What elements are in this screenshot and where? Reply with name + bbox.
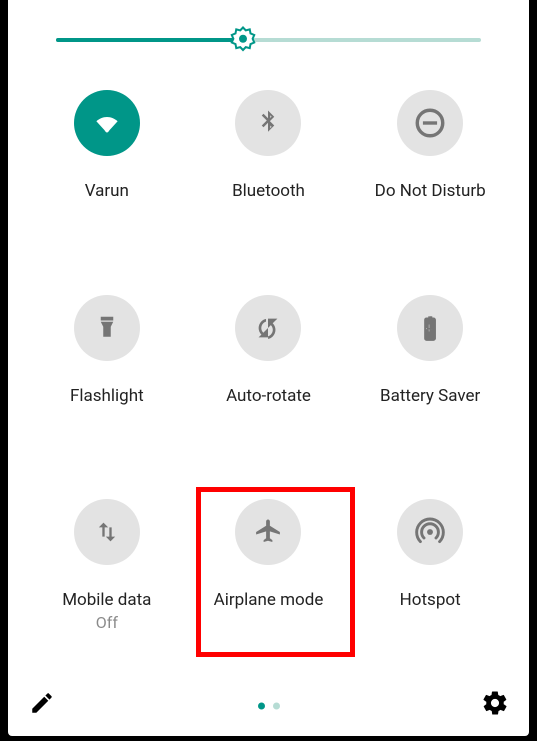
tile-label: Bluetooth bbox=[232, 180, 305, 202]
tile-label: Flashlight bbox=[70, 385, 144, 407]
dnd-icon bbox=[397, 90, 463, 156]
tile-label: Airplane mode bbox=[214, 589, 324, 611]
tile-mobile-data[interactable]: Mobile data Off bbox=[26, 481, 188, 676]
flashlight-icon bbox=[74, 295, 140, 361]
page-dot-0 bbox=[258, 703, 265, 710]
tile-label: Mobile data bbox=[62, 589, 151, 611]
hotspot-icon bbox=[397, 499, 463, 565]
settings-button[interactable] bbox=[479, 687, 511, 719]
tile-airplane-mode[interactable]: Airplane mode bbox=[188, 481, 350, 676]
tile-flashlight[interactable]: Flashlight bbox=[26, 277, 188, 472]
brightness-slider[interactable] bbox=[56, 38, 481, 42]
tile-sublabel: Off bbox=[96, 613, 118, 632]
brightness-slider-row bbox=[8, 0, 529, 62]
tile-label: Battery Saver bbox=[380, 385, 480, 407]
battery-icon bbox=[397, 295, 463, 361]
tile-dnd[interactable]: Do Not Disturb bbox=[349, 72, 511, 267]
tile-label: Varun bbox=[85, 180, 129, 202]
tile-bluetooth[interactable]: Bluetooth bbox=[188, 72, 350, 267]
quick-settings-panel: Varun Bluetooth Do Not Disturb Flashligh… bbox=[8, 0, 529, 736]
tile-label: Hotspot bbox=[400, 589, 461, 611]
brightness-thumb-icon[interactable] bbox=[228, 25, 258, 55]
tile-autorotate[interactable]: Auto-rotate bbox=[188, 277, 350, 472]
brightness-fill bbox=[56, 38, 243, 42]
bluetooth-icon bbox=[235, 90, 301, 156]
tile-wifi[interactable]: Varun bbox=[26, 72, 188, 267]
tile-battery-saver[interactable]: Battery Saver bbox=[349, 277, 511, 472]
airplane-icon bbox=[235, 499, 301, 565]
autorotate-icon bbox=[235, 295, 301, 361]
tile-hotspot[interactable]: Hotspot bbox=[349, 481, 511, 676]
page-dot-1 bbox=[273, 703, 280, 710]
tiles-grid: Varun Bluetooth Do Not Disturb Flashligh… bbox=[8, 62, 529, 676]
tile-label: Do Not Disturb bbox=[375, 180, 486, 202]
edit-button[interactable] bbox=[26, 687, 58, 719]
footer bbox=[8, 676, 529, 736]
wifi-icon bbox=[74, 90, 140, 156]
mobiledata-icon bbox=[74, 499, 140, 565]
tile-label: Auto-rotate bbox=[226, 385, 311, 407]
page-indicator[interactable] bbox=[258, 703, 280, 710]
